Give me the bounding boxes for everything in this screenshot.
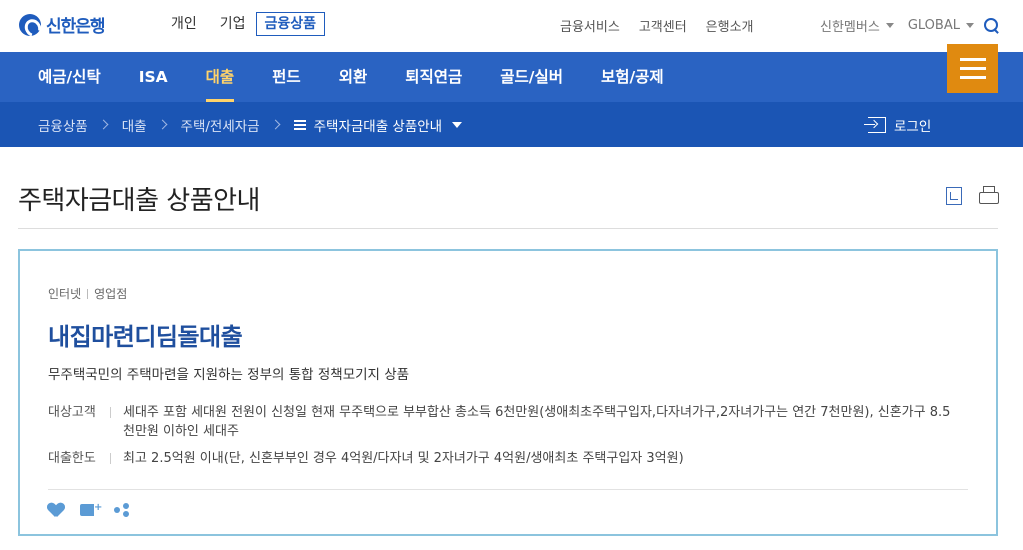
global-label: GLOBAL [907,18,960,33]
product-card: 인터넷 영업점 내집마련디딤돌대출 무주택국민의 주택마련을 지원하는 정부의 … [18,249,998,536]
nav-item-isa[interactable]: ISA [139,52,168,102]
target-value: 세대주 포함 세대원 전원이 신청일 현재 무주택으로 부부합산 총소득 6천만… [123,405,951,439]
target-label: 대상고객 [48,405,96,420]
login-button[interactable]: 로그인 [864,102,932,147]
search-icon[interactable] [983,17,1000,34]
divider [87,288,89,299]
tag-add-icon[interactable] [80,502,102,516]
divider [110,407,111,418]
login-label: 로그인 [894,118,932,135]
nav-item-fund[interactable]: 펀드 [272,52,301,102]
link-customer-center[interactable]: 고객센터 [639,16,687,35]
breadcrumb-current-dropdown[interactable]: 주택자금대출 상품안내 [293,115,463,135]
nav-item-insurance[interactable]: 보험/공제 [601,52,664,102]
limit-label: 대출한도 [48,451,96,466]
chevron-down-icon [965,23,974,28]
chevron-right-icon [157,119,167,130]
nav-item-pension[interactable]: 퇴직연금 [405,52,462,102]
nav-item-deposit[interactable]: 예금/신탁 [38,52,101,102]
top-tabs: 개인 기업 금융상품 [171,12,348,36]
tab-financial-products[interactable]: 금융상품 [255,12,326,36]
breadcrumb-item[interactable]: 주택/전세자금 [181,115,260,135]
page-title: 주택자금대출 상품안내 [18,186,260,216]
link-financial-services[interactable]: 금융서비스 [560,16,620,35]
print-icon[interactable] [979,186,999,204]
info-row-target: 대상고객 세대주 포함 세대원 전원이 신청일 현재 무주택으로 부부합산 총소… [48,403,953,441]
chevron-right-icon [270,119,281,130]
breadcrumb: 금융상품 대출 주택/전세자금 주택자금대출 상품안내 로그인 [0,102,1023,147]
channel-list: 인터넷 영업점 [48,285,127,302]
main-nav: 예금/신탁 ISA 대출 펀드 외환 퇴직연금 골드/실버 보험/공제 [0,52,1023,102]
nav-item-forex[interactable]: 외환 [339,52,368,102]
heart-icon[interactable] [48,503,64,517]
channel-internet: 인터넷 [48,287,82,301]
menu-icon[interactable] [947,44,998,93]
utility-right: 신한멤버스 GLOBAL [820,16,1000,35]
nav-item-loan[interactable]: 대출 [205,52,234,102]
page-header: 주택자금대출 상품안내 [18,147,999,229]
breadcrumb-item[interactable]: 금융상품 [38,115,88,135]
limit-value: 최고 2.5억원 이내(단, 신혼부부인 경우 4억원/다자녀 및 2자녀가구 … [123,451,684,466]
shinhan-logo-icon [19,13,41,36]
list-icon [293,119,306,130]
members-label: 신한멤버스 [820,20,880,35]
breadcrumb-current-label: 주택자금대출 상품안내 [313,118,443,135]
logo-text: 신한은행 [46,17,106,37]
download-icon[interactable] [946,187,962,205]
global-dropdown[interactable]: GLOBAL [908,18,974,33]
product-actions [48,502,130,517]
share-icon[interactable] [114,503,130,517]
logo[interactable]: 신한은행 [19,12,106,37]
product-name-link[interactable]: 내집마련디딤돌대출 [48,317,243,352]
chevron-right-icon [98,119,109,130]
chevron-down-icon [885,23,894,28]
members-dropdown[interactable]: 신한멤버스 [820,16,894,35]
breadcrumb-item[interactable]: 대출 [122,115,147,135]
info-row-limit: 대출한도 최고 2.5억원 이내(단, 신혼부부인 경우 4억원/다자녀 및 2… [48,449,953,468]
product-description: 무주택국민의 주택마련을 지원하는 정부의 통합 정책모기지 상품 [48,367,410,383]
tab-personal[interactable]: 개인 [171,12,197,36]
link-bank-intro[interactable]: 은행소개 [706,16,754,35]
nav-item-gold-silver[interactable]: 골드/실버 [500,52,563,102]
chevron-down-icon [452,121,463,128]
top-bar: 신한은행 개인 기업 금융상품 금융서비스 고객센터 은행소개 신한멤버스 GL… [0,0,1023,52]
divider [110,453,111,464]
channel-branch: 영업점 [94,287,128,301]
login-icon [864,116,886,133]
tab-corporate[interactable]: 기업 [220,12,246,36]
utility-links: 금융서비스 고객센터 은행소개 [560,16,773,35]
divider [48,489,968,490]
